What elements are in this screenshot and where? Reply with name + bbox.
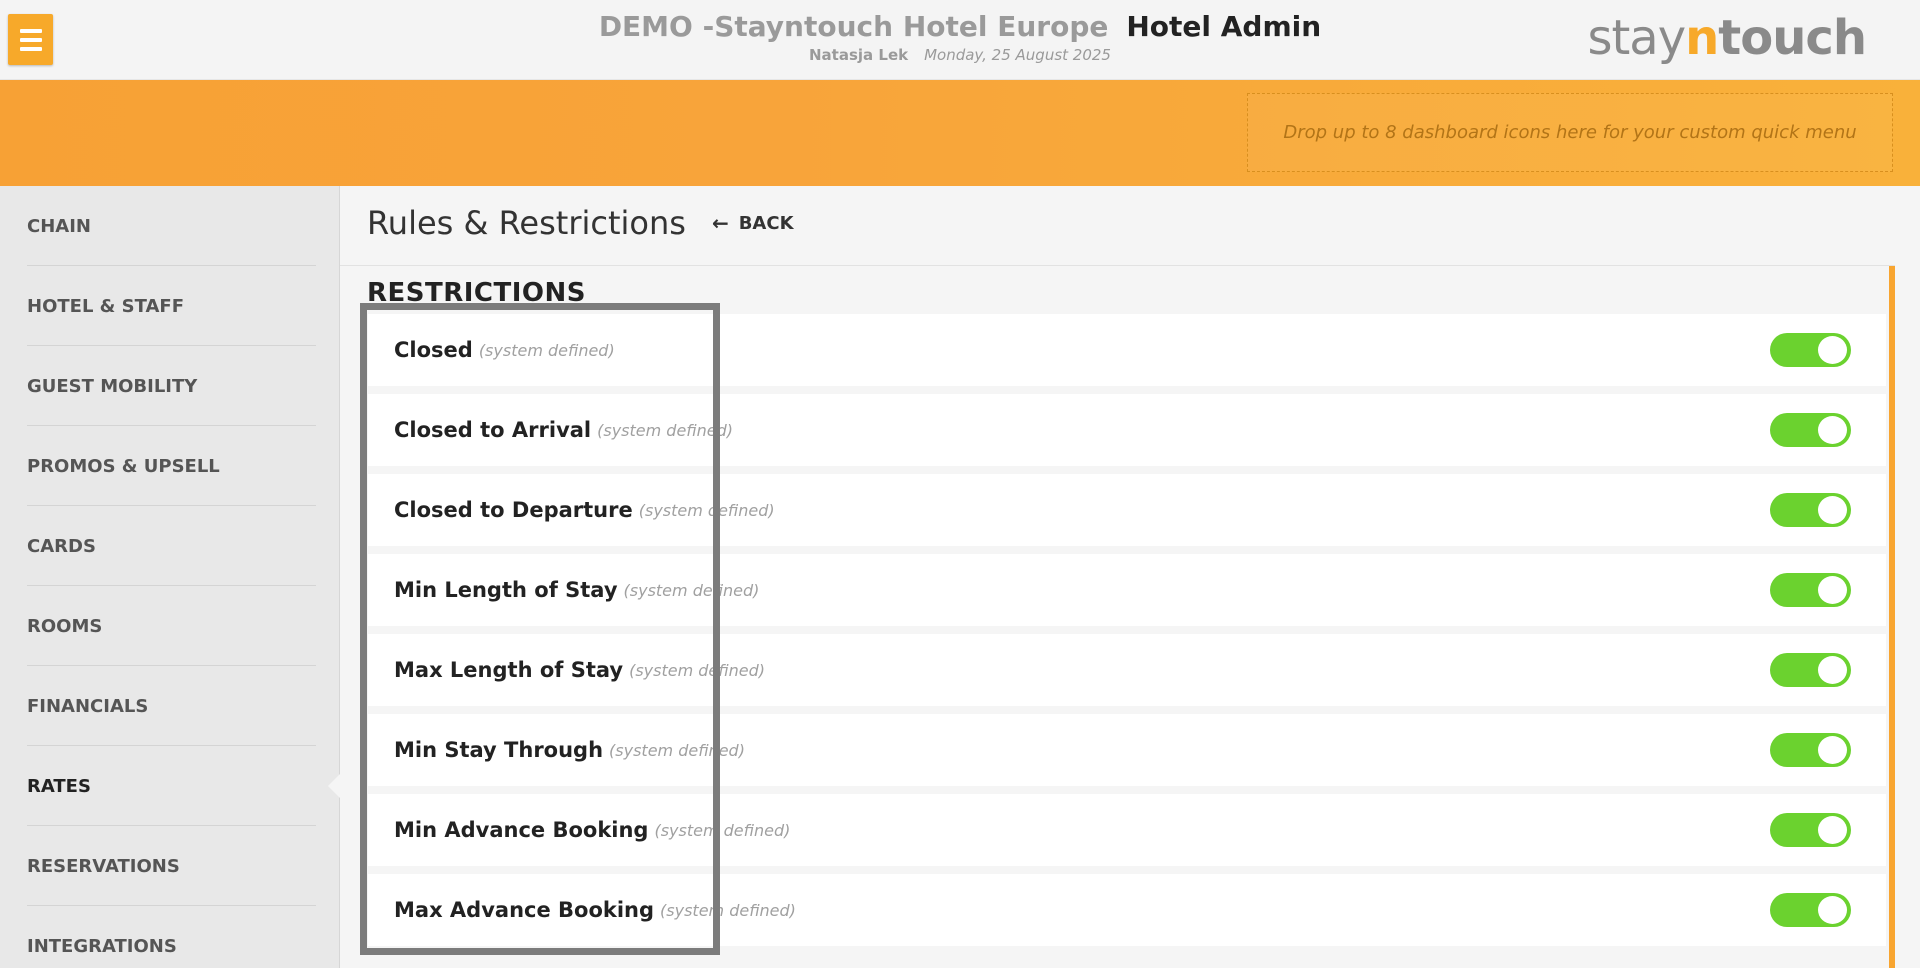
sidebar-item-guest-mobility[interactable]: GUEST MOBILITY <box>0 346 339 426</box>
app-name: Hotel Admin <box>1126 10 1322 43</box>
toggle-knob <box>1818 816 1847 844</box>
restriction-name: Closed <box>394 338 473 362</box>
restriction-name: Closed to Arrival <box>394 418 592 442</box>
restriction-note: (system defined) <box>623 580 760 600</box>
restriction-row: Closed to Arrival (system defined) <box>368 394 1886 466</box>
toggle-knob <box>1818 496 1847 524</box>
admin-sidebar: CHAIN HOTEL & STAFF GUEST MOBILITY PROMO… <box>0 186 340 968</box>
sidebar-item-cards[interactable]: CARDS <box>0 506 339 586</box>
restriction-toggle-closed[interactable] <box>1770 333 1851 367</box>
stayntouch-logo: stayntouch <box>1587 10 1867 66</box>
restriction-toggle-min-advance-booking[interactable] <box>1770 813 1851 847</box>
header-divider <box>340 265 1895 266</box>
app-header: DEMO -Stayntouch Hotel Europe Hotel Admin… <box>0 0 1920 80</box>
restriction-name: Max Advance Booking <box>394 898 655 922</box>
toggle-knob <box>1818 576 1847 604</box>
restriction-toggle-min-stay-through[interactable] <box>1770 733 1851 767</box>
user-name: Natasja Lek <box>809 46 909 64</box>
restriction-row: Min Stay Through (system defined) <box>368 714 1886 786</box>
current-date: Monday, 25 August 2025 <box>924 46 1111 64</box>
restriction-toggle-max-length-of-stay[interactable] <box>1770 653 1851 687</box>
restriction-note: (system defined) <box>660 900 796 920</box>
toggle-knob <box>1818 336 1847 364</box>
sidebar-item-rates[interactable]: RATES <box>0 746 340 826</box>
restriction-row: Max Length of Stay (system defined) <box>368 634 1886 706</box>
restriction-toggle-closed-to-departure[interactable] <box>1770 493 1851 527</box>
quick-menu-dropzone[interactable]: Drop up to 8 dashboard icons here for yo… <box>1247 93 1893 172</box>
restriction-note: (system defined) <box>597 420 734 440</box>
section-title-restrictions: RESTRICTIONS <box>367 278 587 308</box>
sidebar-item-promos-upsell[interactable]: PROMOS & UPSELL <box>0 426 339 506</box>
restriction-toggle-closed-to-arrival[interactable] <box>1770 413 1851 447</box>
back-arrow-icon: ← <box>711 211 729 235</box>
toggle-knob <box>1818 736 1847 764</box>
restriction-name: Min Advance Booking <box>394 818 649 842</box>
page-title: Rules & Restrictions <box>367 204 686 242</box>
restriction-note: (system defined) <box>638 500 775 520</box>
hotel-name: DEMO -Stayntouch Hotel Europe <box>598 10 1109 43</box>
scrollbar[interactable] <box>1889 266 1895 968</box>
restriction-note: (system defined) <box>478 340 615 360</box>
restriction-note: (system defined) <box>654 820 791 840</box>
restriction-toggle-min-length-of-stay[interactable] <box>1770 573 1851 607</box>
restriction-row: Min Advance Booking (system defined) <box>368 794 1886 866</box>
restriction-row: Closed (system defined) <box>368 314 1886 386</box>
page-header: Rules & Restrictions ← BACK <box>367 204 794 242</box>
toggle-knob <box>1818 416 1847 444</box>
sidebar-item-financials[interactable]: FINANCIALS <box>0 666 339 746</box>
sidebar-item-chain[interactable]: CHAIN <box>0 186 339 266</box>
sidebar-item-integrations[interactable]: INTEGRATIONS <box>0 906 339 968</box>
restriction-name: Closed to Departure <box>394 498 633 522</box>
sidebar-item-hotel-staff[interactable]: HOTEL & STAFF <box>0 266 339 346</box>
restriction-name: Min Length of Stay <box>394 578 618 602</box>
dashboard-banner: Drop up to 8 dashboard icons here for yo… <box>0 80 1920 186</box>
restriction-note: (system defined) <box>629 660 765 680</box>
restriction-row: Max Advance Booking (system defined) <box>368 874 1886 946</box>
toggle-knob <box>1818 896 1847 924</box>
main-content: Rules & Restrictions ← BACK RESTRICTIONS… <box>340 186 1920 968</box>
restriction-note: (system defined) <box>609 740 745 760</box>
restriction-name: Max Length of Stay <box>394 658 624 682</box>
sidebar-item-reservations[interactable]: RESERVATIONS <box>0 826 339 906</box>
restriction-name: Min Stay Through <box>394 738 604 762</box>
restriction-row: Closed to Departure (system defined) <box>368 474 1886 546</box>
restriction-row: Min Length of Stay (system defined) <box>368 554 1886 626</box>
active-pointer <box>328 774 340 798</box>
sidebar-item-rooms[interactable]: ROOMS <box>0 586 339 666</box>
back-button[interactable]: ← BACK <box>712 211 794 235</box>
toggle-knob <box>1818 656 1847 684</box>
restriction-toggle-max-advance-booking[interactable] <box>1770 893 1851 927</box>
restrictions-list: Closed (system defined) Closed to Arriva… <box>368 314 1886 954</box>
